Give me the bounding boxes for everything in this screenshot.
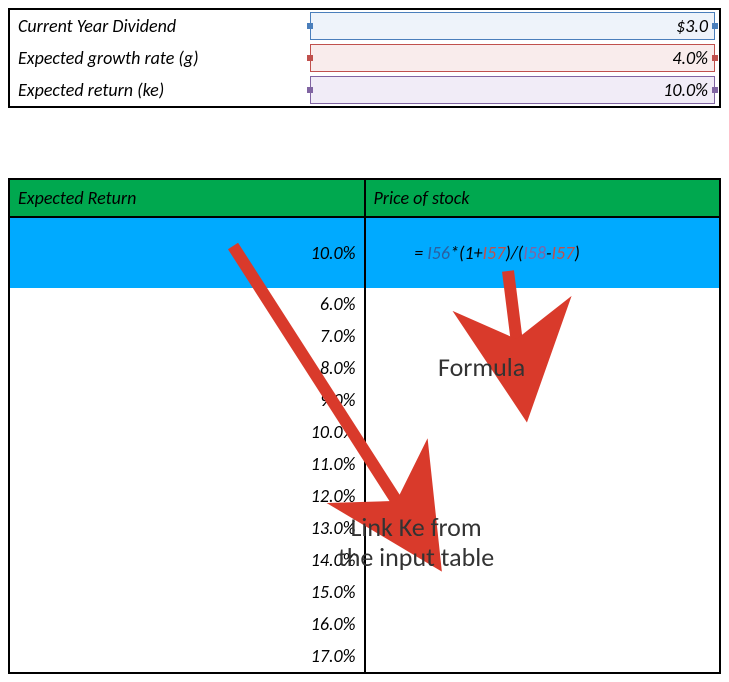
ke-cell: 16.0% [9, 608, 365, 640]
header-expected-return: Expected Return [9, 179, 365, 217]
ke-cell: 13.0% [9, 512, 365, 544]
input-value-dividend[interactable]: $3.0 [310, 12, 715, 40]
ke-cell: 8.0% [9, 352, 365, 384]
ke-cell: 17.0% [9, 640, 365, 673]
selected-ke-cell[interactable]: 10.0% [9, 217, 365, 288]
formula-text: = I56*(1+I57)/(I58-I57) [374, 242, 580, 286]
input-table: Current Year Dividend $3.0 Expected grow… [8, 8, 721, 108]
ke-cell: 12.0% [9, 480, 365, 512]
output-table-wrap: Expected Return Price of stock 10.0% = I… [8, 178, 721, 674]
ke-cell: 14.0% [9, 544, 365, 576]
formula-cell[interactable]: = I56*(1+I57)/(I58-I57) [365, 217, 721, 288]
selected-row[interactable]: 10.0% = I56*(1+I57)/(I58-I57) [9, 217, 720, 288]
input-label: Current Year Dividend [9, 9, 306, 42]
ke-cell: 15.0% [9, 576, 365, 608]
ke-cell: 11.0% [9, 448, 365, 480]
input-value-ke[interactable]: 10.0% [310, 76, 715, 104]
ke-cell: 7.0% [9, 320, 365, 352]
ke-cell: 9.0% [9, 384, 365, 416]
input-row-dividend: Current Year Dividend $3.0 [9, 9, 720, 42]
ke-cell: 6.0% [9, 288, 365, 320]
input-value-growth[interactable]: 4.0% [310, 44, 715, 72]
output-table: Expected Return Price of stock 10.0% = I… [8, 178, 721, 674]
input-row-growth: Expected growth rate (g) 4.0% [9, 42, 720, 74]
input-label: Expected growth rate (g) [9, 42, 306, 74]
input-label: Expected return (ke) [9, 74, 306, 107]
ke-cell: 10.0% [9, 416, 365, 448]
header-price: Price of stock [365, 179, 721, 217]
input-row-ke: Expected return (ke) 10.0% [9, 74, 720, 107]
